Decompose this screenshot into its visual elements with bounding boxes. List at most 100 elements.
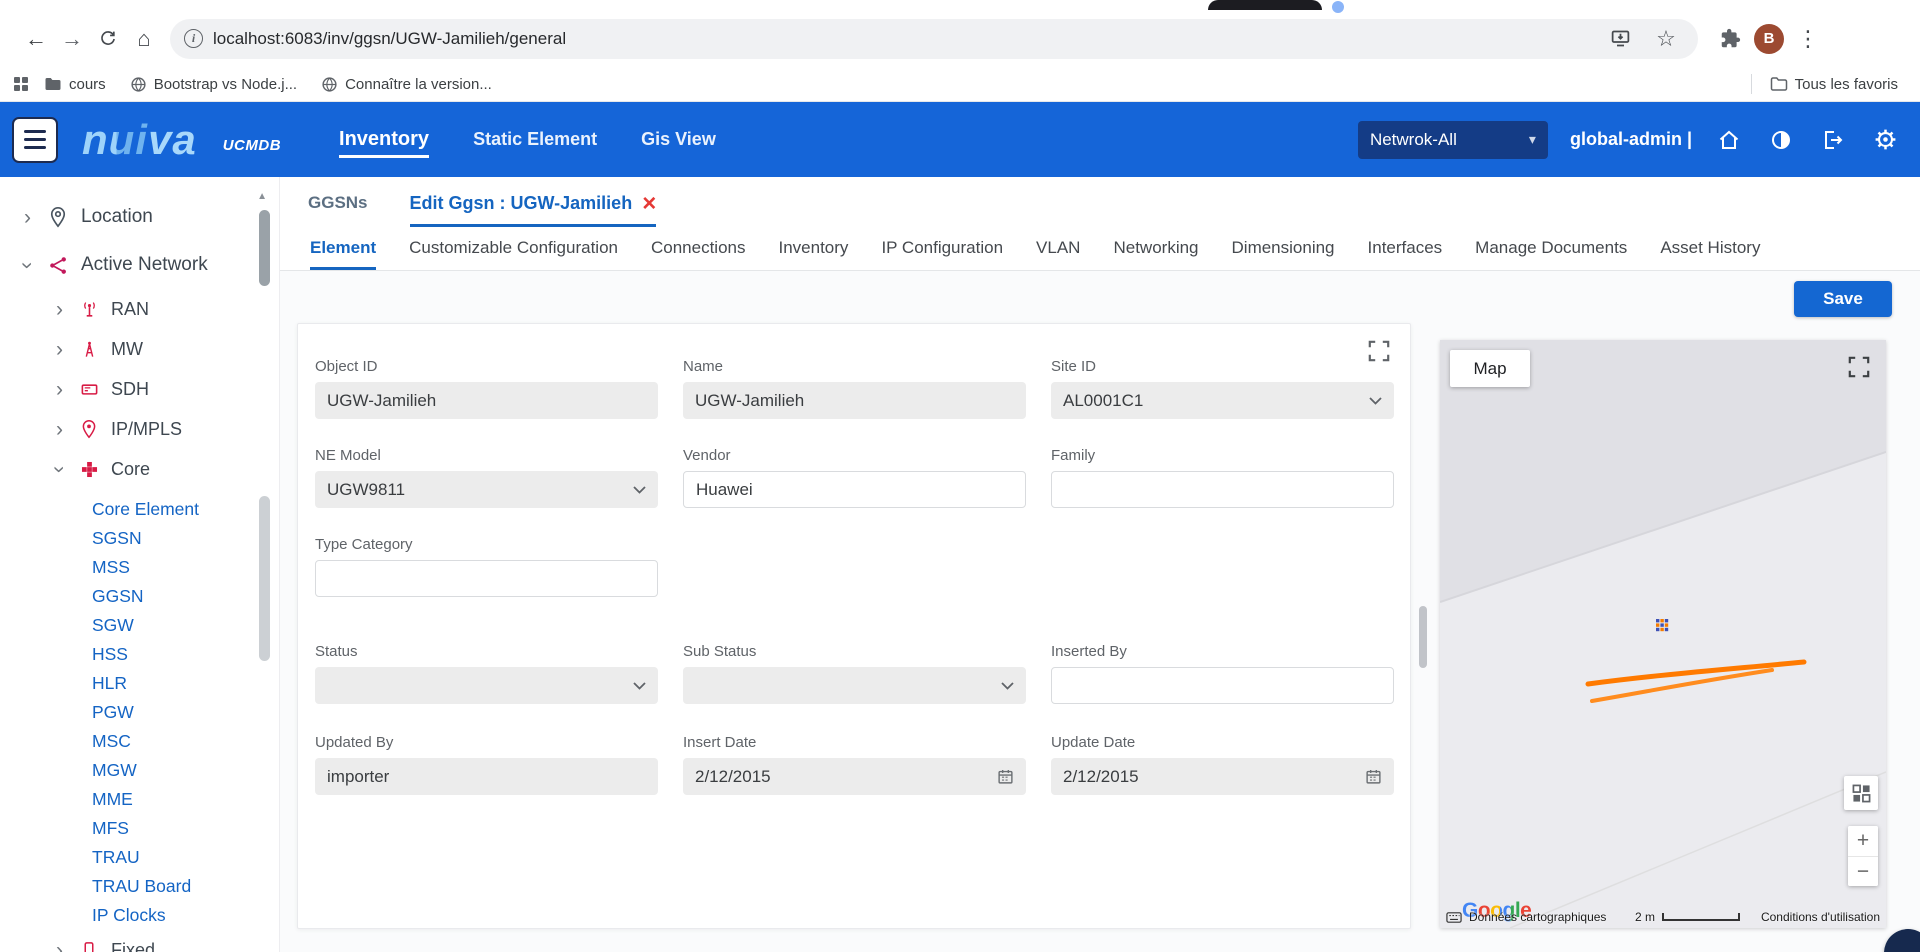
map-type-button[interactable]: Map [1450, 350, 1530, 387]
avatar[interactable]: B [1754, 24, 1784, 54]
vendor-input[interactable] [683, 471, 1026, 508]
chevron-right-icon[interactable]: › [52, 339, 67, 360]
install-icon[interactable] [1602, 21, 1638, 57]
ne-model-select[interactable]: UGW9811 [315, 471, 658, 508]
tab-connections[interactable]: Connections [651, 238, 746, 270]
hamburger-menu-button[interactable] [12, 117, 58, 163]
info-icon[interactable]: i [184, 29, 203, 48]
back-icon[interactable]: ← [18, 21, 54, 57]
sidebar-item-sgw[interactable]: SGW [0, 611, 279, 640]
zoom-in-button[interactable]: + [1848, 826, 1878, 856]
sidebar-item-core-element[interactable]: Core Element [0, 495, 279, 524]
logout-icon[interactable] [1818, 125, 1848, 155]
keyboard-icon[interactable] [1446, 912, 1462, 923]
calendar-icon[interactable] [1365, 768, 1382, 785]
tab-asset-history[interactable]: Asset History [1660, 238, 1760, 270]
map-panel[interactable]: Map + − Google Données cartographiques 2… [1440, 340, 1886, 928]
url-text[interactable]: localhost:6083/inv/ggsn/UGW-Jamilieh/gen… [213, 29, 1592, 49]
map-style-toggle[interactable] [1844, 776, 1878, 810]
star-icon[interactable]: ☆ [1648, 21, 1684, 57]
chevron-right-icon[interactable]: › [52, 299, 67, 320]
insert-date-input[interactable]: 2/12/2015 [683, 758, 1026, 795]
bookmark-bootstrap[interactable]: Bootstrap vs Node.j... [122, 73, 305, 96]
nav-static-element[interactable]: Static Element [473, 123, 597, 156]
sidebar-item-hss[interactable]: HSS [0, 640, 279, 669]
chevron-down-icon[interactable]: › [17, 258, 38, 273]
sidebar-item-ran[interactable]: › RAN [0, 289, 279, 329]
tab-ggsns[interactable]: GGSNs [308, 193, 368, 227]
contrast-icon[interactable] [1766, 125, 1796, 155]
close-tab-icon[interactable]: × [642, 194, 656, 213]
sidebar-item-mw[interactable]: › MW [0, 329, 279, 369]
sidebar-item-ip-clocks[interactable]: IP Clocks [0, 901, 279, 930]
sidebar-item-location[interactable]: › Location [0, 193, 279, 241]
sidebar-item-ggsn[interactable]: GGSN [0, 582, 279, 611]
sidebar-item-sdh[interactable]: › SDH [0, 369, 279, 409]
sidebar-item-mme[interactable]: MME [0, 785, 279, 814]
terms-link[interactable]: Conditions d'utilisation [1761, 910, 1880, 924]
sidebar-item-fixed[interactable]: › Fixed [0, 930, 279, 952]
scroll-up-icon[interactable]: ▲ [257, 191, 267, 202]
sidebar-item-hlr[interactable]: HLR [0, 669, 279, 698]
calendar-icon[interactable] [997, 768, 1014, 785]
sidebar-item-ip-mpls[interactable]: › IP/MPLS [0, 409, 279, 449]
tab-element[interactable]: Element [310, 238, 376, 270]
map-canvas[interactable] [1440, 340, 1886, 928]
nav-inventory[interactable]: Inventory [339, 122, 429, 158]
sidebar-item-trau-board[interactable]: TRAU Board [0, 872, 279, 901]
update-date-input[interactable]: 2/12/2015 [1051, 758, 1394, 795]
menu-dots-icon[interactable]: ⋮ [1790, 21, 1826, 57]
chevron-right-icon[interactable]: › [20, 207, 35, 228]
url-bar[interactable]: i localhost:6083/inv/ggsn/UGW-Jamilieh/g… [170, 19, 1698, 59]
home-icon[interactable]: ⌂ [126, 21, 162, 57]
fullscreen-icon[interactable] [1364, 336, 1394, 366]
network-select[interactable]: Netwrok-All ▾ [1358, 121, 1548, 159]
zoom-out-button[interactable]: − [1848, 856, 1878, 886]
tab-dimensioning[interactable]: Dimensioning [1232, 238, 1335, 270]
map-marker[interactable] [1656, 619, 1668, 631]
browser-tab[interactable] [1208, 0, 1322, 10]
chevron-down-icon[interactable]: › [49, 462, 70, 477]
refresh-icon[interactable] [90, 21, 126, 57]
content-scrollbar-thumb[interactable] [1419, 606, 1427, 668]
sidebar-item-mgw[interactable]: MGW [0, 756, 279, 785]
type-category-input[interactable] [315, 560, 658, 597]
save-button[interactable]: Save [1794, 281, 1892, 317]
tab-ip-configuration[interactable]: IP Configuration [881, 238, 1003, 270]
inserted-by-input[interactable] [1051, 667, 1394, 704]
chevron-right-icon[interactable]: › [52, 419, 67, 440]
sidebar-item-core[interactable]: › Core [0, 449, 279, 489]
sidebar-scrollbar-thumb-secondary[interactable] [259, 496, 270, 661]
chevron-right-icon[interactable]: › [52, 379, 67, 400]
tab-vlan[interactable]: VLAN [1036, 238, 1080, 270]
apps-grid-icon[interactable] [14, 77, 28, 91]
chevron-right-icon[interactable]: › [52, 940, 67, 952]
map-fullscreen-icon[interactable] [1844, 352, 1874, 382]
name-input[interactable] [683, 382, 1026, 419]
gear-icon[interactable] [1870, 125, 1900, 155]
forward-icon[interactable]: → [54, 21, 90, 57]
tab-inventory[interactable]: Inventory [779, 238, 849, 270]
sub-status-select[interactable] [683, 667, 1026, 704]
sidebar-item-mfs[interactable]: MFS [0, 814, 279, 843]
tab-networking[interactable]: Networking [1113, 238, 1198, 270]
tab-manage-documents[interactable]: Manage Documents [1475, 238, 1627, 270]
tab-interfaces[interactable]: Interfaces [1368, 238, 1443, 270]
sidebar-item-sgsn[interactable]: SGSN [0, 524, 279, 553]
sidebar-item-active-network[interactable]: › Active Network [0, 241, 279, 289]
sidebar-scrollbar-thumb[interactable] [259, 210, 270, 286]
sidebar-item-msc[interactable]: MSC [0, 727, 279, 756]
tab-customizable-configuration[interactable]: Customizable Configuration [409, 238, 618, 270]
sidebar-item-mss[interactable]: MSS [0, 553, 279, 582]
bookmark-cours[interactable]: cours [36, 73, 114, 96]
extensions-icon[interactable] [1712, 21, 1748, 57]
sidebar-item-pgw[interactable]: PGW [0, 698, 279, 727]
tab-edit-ggsn[interactable]: Edit Ggsn : UGW-Jamilieh × [410, 193, 657, 227]
updated-by-input[interactable] [315, 758, 658, 795]
sidebar-item-trau[interactable]: TRAU [0, 843, 279, 872]
status-select[interactable] [315, 667, 658, 704]
nav-gis-view[interactable]: Gis View [641, 123, 716, 156]
bookmark-connaitre[interactable]: Connaître la version... [313, 73, 500, 96]
site-id-select[interactable]: AL0001C1 [1051, 382, 1394, 419]
family-input[interactable] [1051, 471, 1394, 508]
